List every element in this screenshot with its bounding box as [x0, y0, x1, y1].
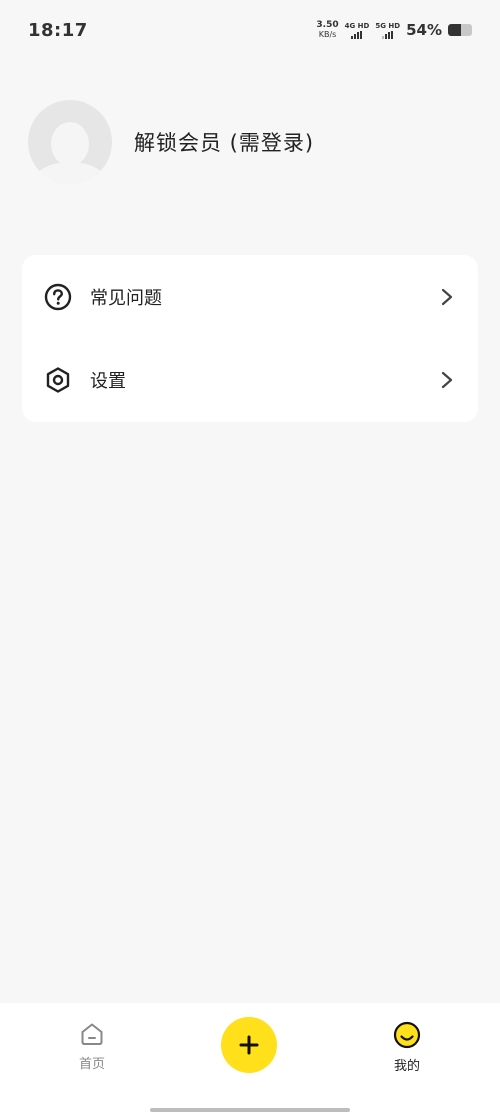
signal-bars-icon: [351, 30, 363, 39]
chevron-right-icon: [441, 371, 453, 388]
help-circle-icon: [44, 283, 72, 311]
status-indicators: 3.50 KB/s 4G HD 5G HD 54%: [316, 21, 472, 39]
home-icon: [81, 1023, 103, 1045]
battery-level-fill: [448, 24, 461, 36]
profile-header[interactable]: 解锁会员 (需登录): [28, 100, 472, 184]
tab-mine-label: 我的: [393, 1059, 420, 1074]
avatar[interactable]: [28, 100, 112, 184]
app-screen: 18:17 3.50 KB/s 4G HD 5G HD 54% 解锁会员 (需登…: [0, 0, 500, 1115]
chevron-right-icon: [441, 288, 453, 305]
add-button[interactable]: [221, 1017, 277, 1073]
network-speed-value: 3.50: [316, 20, 339, 30]
sim2-signal: 5G HD: [375, 22, 400, 39]
sim2-label: 5G HD: [375, 21, 401, 30]
home-indicator[interactable]: [150, 1108, 350, 1112]
settings-hex-icon: [44, 366, 72, 394]
menu-item-settings[interactable]: 设置: [22, 338, 478, 421]
battery-icon: [448, 24, 472, 36]
menu-item-label: 设置: [90, 370, 126, 392]
signal-bars-icon: [382, 30, 394, 39]
plus-icon: [239, 1035, 259, 1055]
sim1-signal: 4G HD: [344, 21, 370, 39]
status-time: 18:17: [28, 19, 88, 41]
tab-mine[interactable]: 我的: [367, 1021, 447, 1074]
sim1-label: 4G HD: [344, 21, 370, 30]
tab-home-label: 首页: [78, 1057, 105, 1072]
tab-home[interactable]: 首页: [52, 1021, 132, 1072]
menu-item-label: 常见问题: [90, 287, 162, 309]
menu-item-faq[interactable]: 常见问题: [22, 255, 478, 338]
network-speed: 3.50 KB/s: [316, 20, 339, 40]
smiley-icon: [393, 1021, 421, 1049]
menu-card: 常见问题 设置: [22, 255, 478, 422]
status-bar: 18:17 3.50 KB/s 4G HD 5G HD 54%: [0, 0, 500, 60]
network-speed-unit: KB/s: [318, 30, 337, 39]
bottom-nav: 首页 我的: [0, 1003, 500, 1115]
login-prompt[interactable]: 解锁会员 (需登录): [134, 127, 314, 157]
battery-percent: 54%: [406, 21, 442, 39]
